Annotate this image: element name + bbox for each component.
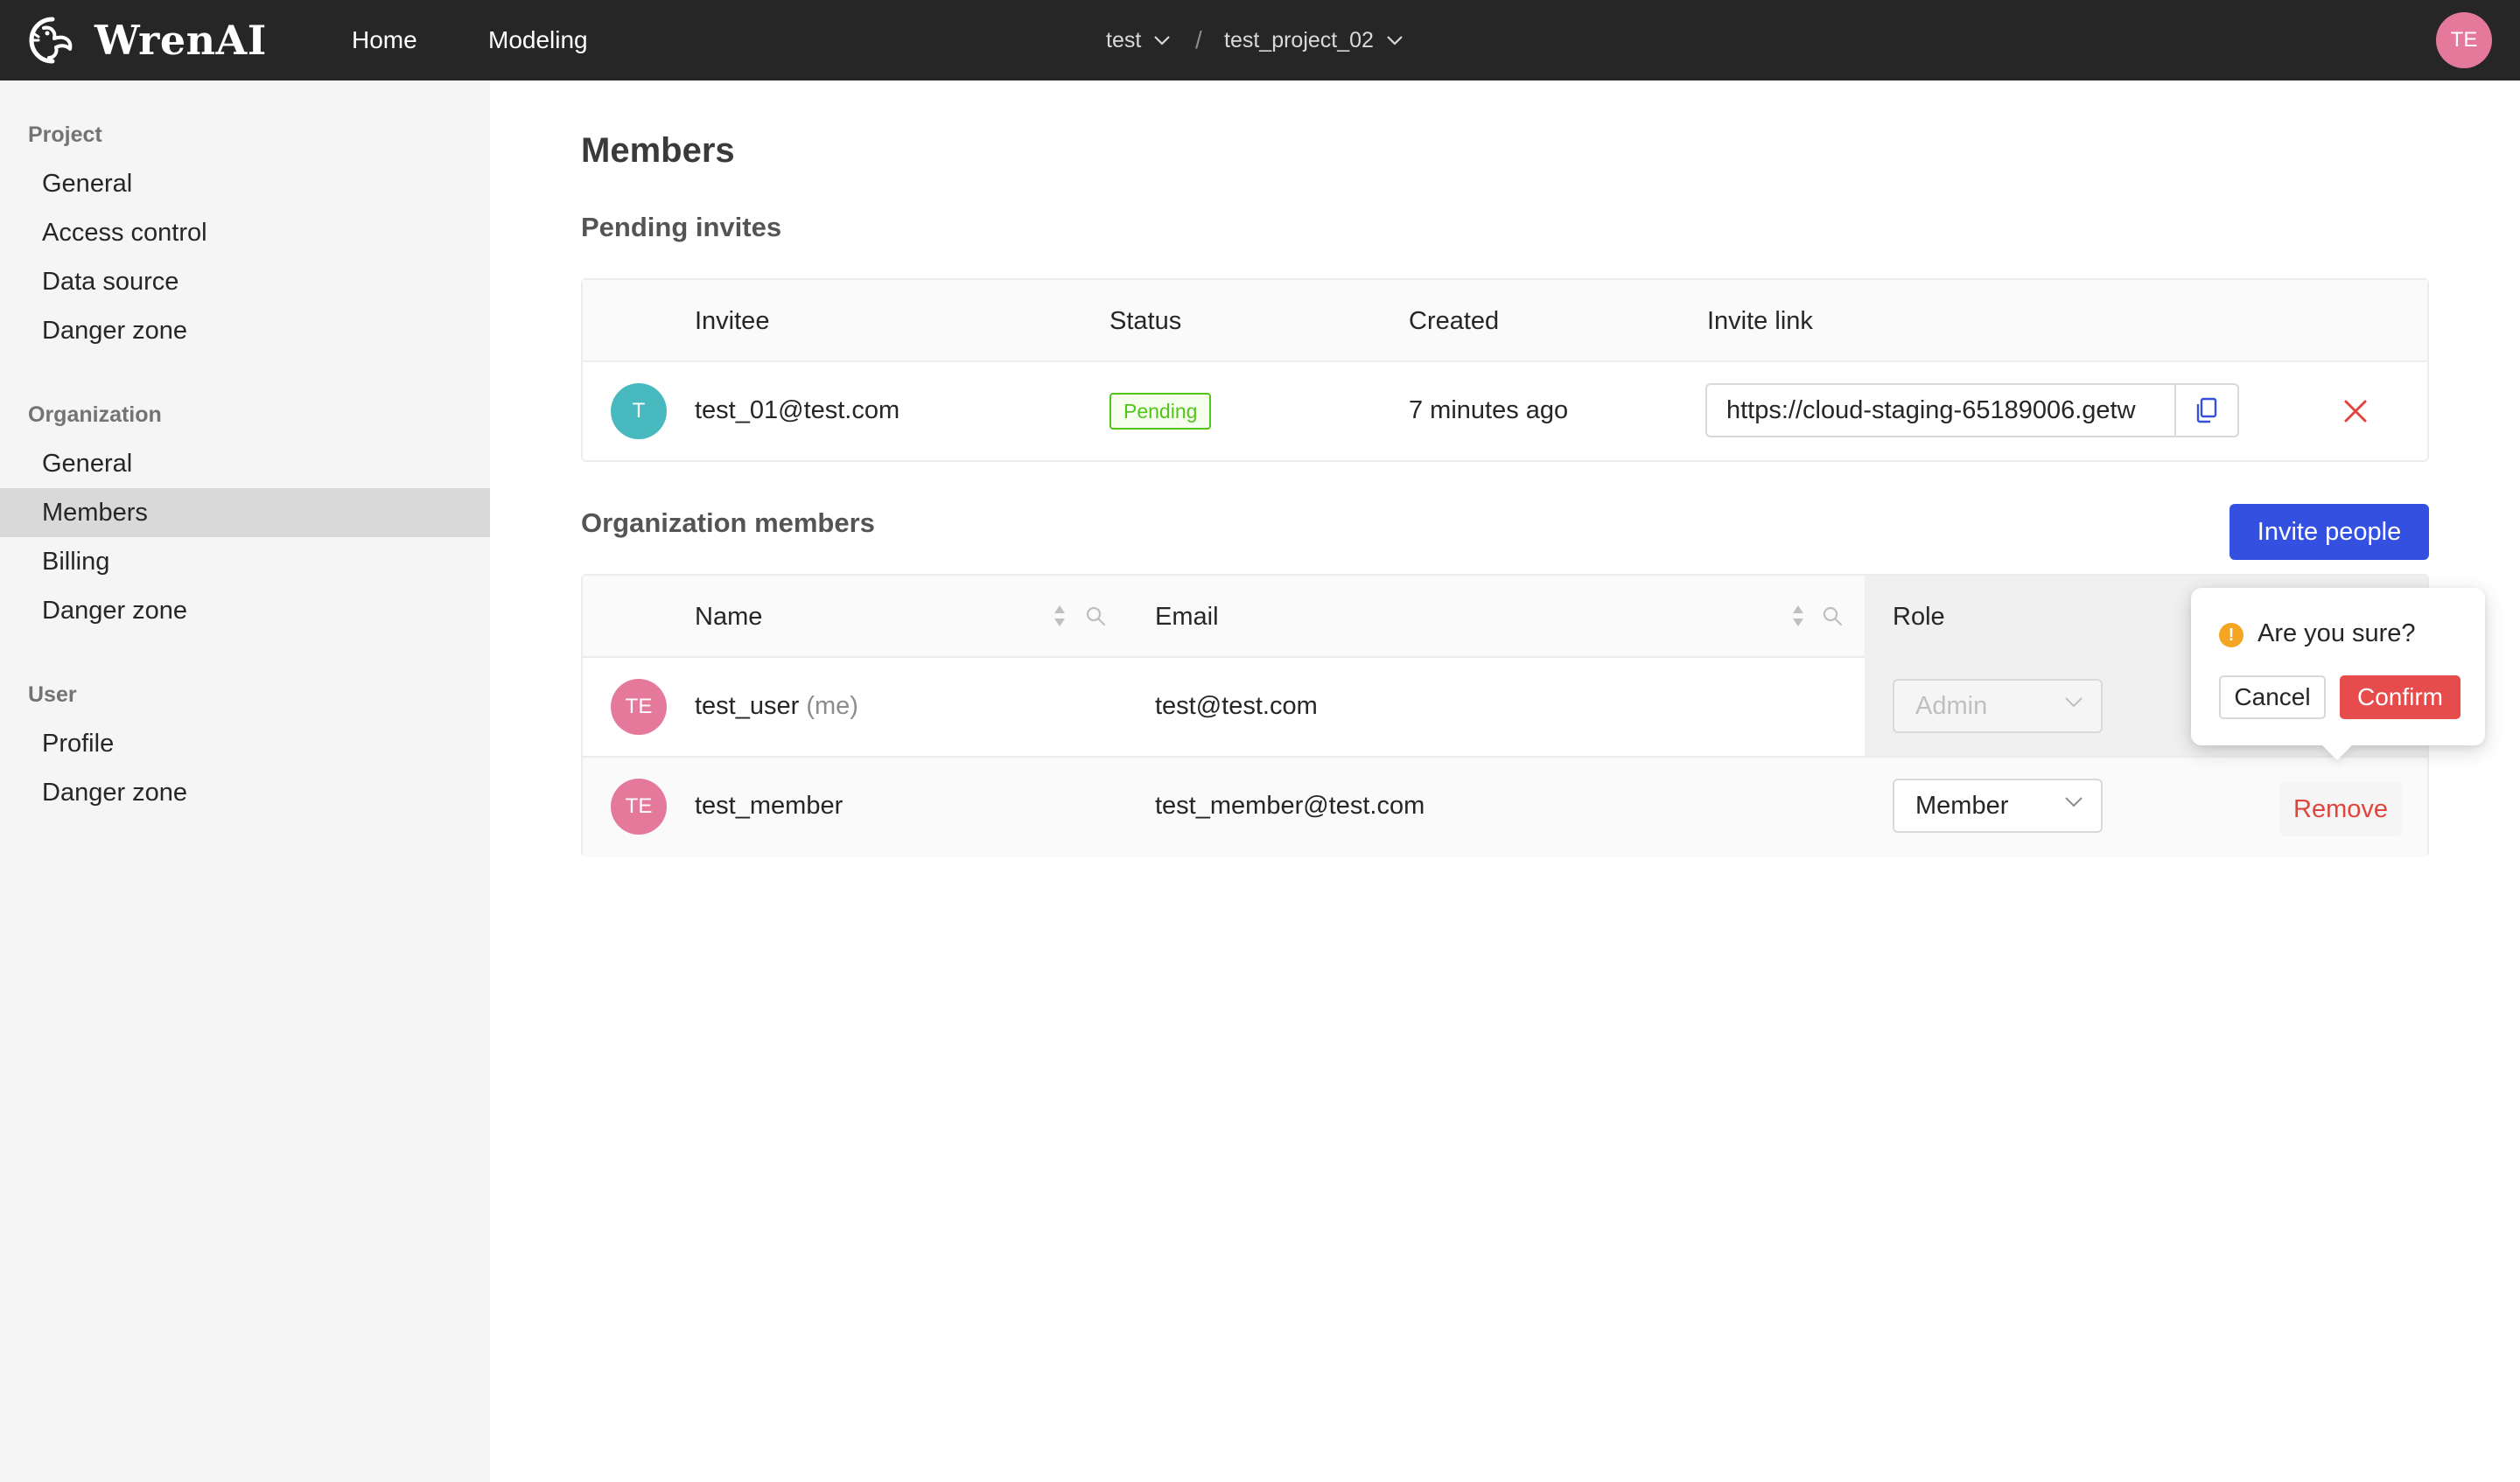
name-sort-button[interactable] [1052,602,1068,634]
sidebar-item-access-control[interactable]: Access control [0,208,490,257]
cancel-button[interactable]: Cancel [2219,675,2326,719]
pending-invites-title: Pending invites [581,212,782,242]
member-name: test_member [695,792,844,820]
sidebar-item-user-danger-zone[interactable]: Danger zone [0,768,490,817]
copy-link-button[interactable] [2174,383,2239,437]
nav-home[interactable]: Home [352,0,417,80]
name-search-button[interactable] [1085,605,1106,631]
warning-icon: ! [2219,623,2244,647]
close-icon [2344,400,2367,423]
sidebar-item-profile[interactable]: Profile [0,719,490,768]
org-members-title: Organization members [581,507,875,538]
column-created: Created [1409,307,1500,335]
column-email: Email [1155,603,1219,631]
settings-sidebar: Project General Access control Data sour… [0,80,490,1482]
sidebar-item-data-source[interactable]: Data source [0,257,490,306]
email-sort-button[interactable] [1790,602,1806,634]
sidebar-item-project-danger-zone[interactable]: Danger zone [0,306,490,355]
sidebar-item-org-general[interactable]: General [0,439,490,488]
avatar: TE [611,779,667,835]
member-email: test@test.com [1155,692,1318,720]
invite-link-group [1705,383,2239,437]
sidebar-item-org-danger-zone[interactable]: Danger zone [0,586,490,635]
sort-icon [1054,605,1065,626]
sidebar-item-project-general[interactable]: General [0,159,490,208]
member-name-text: test_user [695,692,800,720]
me-suffix: (me) [806,692,858,720]
search-icon [1086,606,1106,626]
column-invite-link: Invite link [1707,307,1813,335]
column-name: Name [695,603,763,631]
sidebar-group-project: Project [28,122,102,147]
nav-modeling[interactable]: Modeling [488,0,588,80]
app-logo[interactable]: WrenAI [26,12,267,68]
sort-icon [1793,605,1803,626]
row-hover-bg [583,758,2427,857]
table-header: Invitee Status Created Invite link [583,280,2427,362]
role-select[interactable]: Member [1893,779,2103,833]
chevron-down-icon [2064,796,2083,808]
role-select-value: Admin [1915,691,1988,720]
revoke-invite-button[interactable] [2338,394,2373,429]
role-select: Admin [1893,679,2103,733]
project-name: test_project_02 [1224,28,1374,52]
project-selector[interactable]: test_project_02 [1224,0,1404,80]
bird-logo-icon [29,17,73,64]
invitee-email: test_01@test.com [695,396,900,424]
column-invitee: Invitee [695,307,770,335]
sidebar-group-organization: Organization [28,402,162,427]
chevron-down-icon [1153,35,1171,45]
created-time: 7 minutes ago [1409,396,1569,424]
member-email: test_member@test.com [1155,792,1425,820]
sidebar-group-user: User [28,682,77,707]
search-icon [1823,606,1843,626]
breadcrumb-separator: / [1195,26,1202,53]
pending-invites-table: Invitee Status Created Invite link T tes… [581,278,2429,462]
column-status: Status [1110,307,1182,335]
invite-link-input[interactable] [1705,383,2174,437]
remove-confirm-popover: ! Are you sure? Cancel Confirm [2191,588,2485,760]
user-avatar[interactable]: TE [2436,12,2492,68]
confirm-button[interactable]: Confirm [2340,675,2460,719]
members-table: Name Email Role TE test_user (me) test@t… [581,574,2429,857]
chevron-down-icon [2064,696,2083,709]
invite-people-button[interactable]: Invite people [2230,504,2429,560]
remove-member-button[interactable]: Remove [2279,782,2402,836]
sidebar-item-billing[interactable]: Billing [0,537,490,586]
org-name: test [1106,28,1142,52]
column-role: Role [1893,603,1945,631]
app-name: WrenAI [94,17,267,64]
avatar: T [611,383,667,439]
chevron-down-icon [1386,35,1404,45]
confirm-message: Are you sure? [2258,619,2416,647]
member-name: test_user (me) [695,692,858,721]
status-badge: Pending [1110,393,1212,430]
org-selector[interactable]: test [1106,0,1171,80]
sidebar-item-members[interactable]: Members [0,488,490,537]
role-select-value: Member [1915,791,2009,820]
avatar: TE [611,679,667,735]
page-title: Members [581,131,735,170]
copy-icon [2196,397,2217,423]
email-search-button[interactable] [1822,605,1843,631]
top-navbar: WrenAI Home Modeling test / test_project… [0,0,2520,80]
